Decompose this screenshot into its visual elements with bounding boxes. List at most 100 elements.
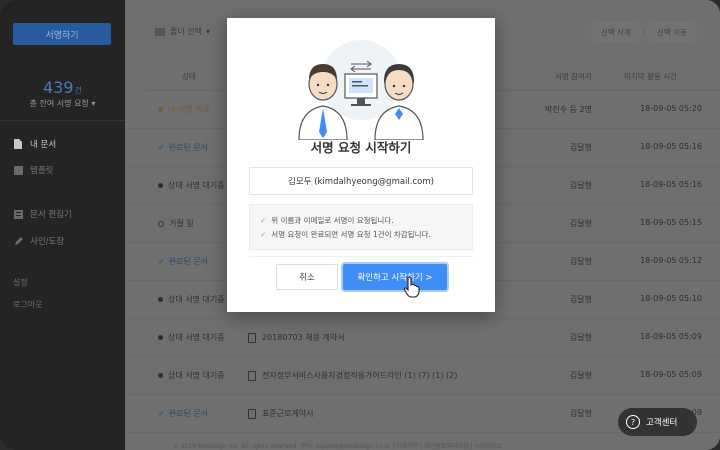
notice-text: 위 이름과 이메일로 서명이 요청됩니다. (271, 215, 394, 225)
check-icon: ✓ (158, 257, 165, 266)
template-icon (13, 165, 23, 175)
document-icon (248, 370, 256, 381)
row-participants: 김달형 (569, 219, 592, 228)
move-selected-button[interactable]: 선택 이동 (647, 22, 697, 42)
check-icon: ✓ (260, 215, 267, 225)
folder-icon (155, 27, 165, 36)
sidebar: 서명하기 439건 총 잔여 서명 요청 ▾ 내 문서 템플릿 문서 편집기 사… (0, 0, 125, 450)
recipient-field: 김모두 (kimdalhyeong@gmail.com) (249, 167, 473, 195)
editor-icon (13, 209, 23, 219)
status-dot-icon (158, 335, 163, 340)
row-status: 내 서명 필요 (158, 104, 210, 115)
sidebar-item-editor[interactable]: 문서 편집기 (13, 207, 72, 221)
start-sign-button[interactable]: 서명하기 (13, 23, 111, 45)
sidebar-logout[interactable]: 로그아웃 (13, 299, 42, 310)
row-status: ✓ 완료된 문서 (158, 256, 208, 267)
status-dot-icon (158, 107, 163, 112)
row-status: 상대 서명 대기중 (158, 180, 225, 191)
chevron-down-icon: ▾ (205, 27, 210, 36)
cancel-button[interactable]: 취소 (276, 264, 338, 290)
row-document[interactable]: 전자정부서비스사용자경험적용가이드라인 (1) (7) (1) (2) (248, 370, 457, 381)
confirm-start-button[interactable]: 확인하고 시작하기 > (343, 264, 447, 290)
remaining-count: 439건 (0, 78, 125, 97)
help-center-button[interactable]: ? 고객센터 (618, 408, 697, 436)
row-last-activity: 18-09-05 05:15 (640, 218, 702, 227)
rejected-icon (158, 220, 164, 227)
document-icon (248, 408, 256, 419)
document-icon (248, 332, 256, 343)
document-icon (13, 139, 23, 149)
row-status-text: 내 서명 필요 (168, 105, 210, 114)
row-participants: 박진수 등 2명 (545, 105, 592, 114)
check-icon: ✓ (158, 409, 165, 418)
row-participants: 김달형 (569, 143, 592, 152)
row-status-text: 상대 서명 대기중 (168, 333, 225, 342)
row-status-text: 상대 서명 대기중 (168, 181, 225, 190)
sidebar-item-my-documents[interactable]: 내 문서 (13, 137, 56, 151)
row-status: 상대 서명 대기중 (158, 370, 225, 381)
row-status: 거절 됨 (158, 218, 194, 229)
row-last-activity: 18-09-05 05:16 (640, 142, 702, 151)
row-last-activity: 18-09-05 05:09 (640, 370, 702, 379)
row-status: 상대 서명 대기중 (158, 294, 225, 305)
row-status-text: 상대 서명 대기중 (168, 371, 225, 380)
sidebar-item-label: 사인/도장 (30, 237, 65, 247)
row-last-activity: 18-09-05 05:16 (640, 180, 702, 189)
sidebar-item-label: 내 문서 (30, 140, 57, 150)
sidebar-settings[interactable]: 설정 (13, 277, 28, 288)
row-participants: 김달형 (569, 181, 592, 190)
row-status-text: 완료된 문서 (168, 257, 209, 266)
row-participants: 김달형 (569, 257, 592, 266)
row-status-text: 완료된 문서 (168, 409, 209, 418)
row-status: ✓ 완료된 문서 (158, 142, 208, 153)
row-document[interactable]: 표준근로계약서 (248, 408, 314, 419)
status-dot-icon (158, 373, 163, 378)
folder-select[interactable]: 폴더 선택 ▾ (155, 26, 210, 37)
status-dot-icon (158, 183, 163, 188)
row-participants: 김달형 (569, 371, 592, 380)
modal-title: 서명 요청 시작하기 (310, 140, 412, 155)
help-center-label: 고객센터 (646, 418, 678, 428)
notice-item: ✓ 서명 요청이 완료되면 서명 요청 1건이 차감됩니다. (260, 227, 462, 241)
row-status: ✓ 완료된 문서 (158, 408, 208, 419)
table-row[interactable]: 상대 서명 대기중 20180703 채용 계약서 김달형 18-09-05 05:0… (125, 319, 720, 357)
folder-select-label: 폴더 선택 (170, 27, 202, 36)
row-document-title: 전자정부서비스사용자경험적용가이드라인 (1) (7) (1) (2) (262, 371, 458, 380)
column-header-participants[interactable]: 서명 참여자 (555, 71, 592, 82)
footer-text: © 2018 Modusign Inc. All rights reserved… (173, 443, 502, 450)
remaining-count-label-text: 총 잔여 서명 요청 (29, 99, 89, 108)
people-document-illustration (298, 40, 424, 140)
remaining-count-label[interactable]: 총 잔여 서명 요청 ▾ (0, 98, 125, 109)
row-status: 상대 서명 대기중 (158, 332, 225, 343)
row-document-title: 20180703 채용 계약서 (262, 333, 345, 342)
row-participants: 김달형 (569, 333, 592, 342)
sidebar-item-label: 템플릿 (30, 166, 54, 176)
status-dot-icon (158, 297, 163, 302)
notice-box: ✓ 위 이름과 이메일로 서명이 요청됩니다. ✓ 서명 요청이 완료되면 서명… (249, 204, 473, 250)
row-status-text: 상대 서명 대기중 (168, 295, 225, 304)
delete-selected-button[interactable]: 선택 삭제 (591, 22, 641, 42)
sidebar-divider (0, 120, 125, 121)
hand-cursor-icon (403, 276, 420, 298)
row-document[interactable]: 20180703 채용 계약서 (248, 332, 345, 343)
sidebar-item-templates[interactable]: 템플릿 (13, 163, 53, 177)
notice-item: ✓ 위 이름과 이메일로 서명이 요청됩니다. (260, 213, 462, 227)
modal-divider (249, 256, 473, 257)
remaining-count-unit: 건 (74, 86, 82, 95)
row-last-activity: 18-09-05 05:12 (640, 256, 702, 265)
table-row[interactable]: 상대 서명 대기중 전자정부서비스사용자경험적용가이드라인 (1) (7) (1)… (125, 357, 720, 395)
sidebar-item-label: 문서 편집기 (30, 210, 72, 220)
row-last-activity: 18-09-05 05:20 (640, 104, 702, 113)
app-window: 서명하기 439건 총 잔여 서명 요청 ▾ 내 문서 템플릿 문서 편집기 사… (0, 0, 720, 450)
column-header-last-activity[interactable]: 마지막 활동 시간 (624, 71, 677, 82)
sign-request-modal: 서명 요청 시작하기 김모두 (kimdalhyeong@gmail.com) … (227, 18, 495, 312)
row-status-text: 거절 됨 (169, 219, 194, 228)
column-header-status[interactable]: 상태 (182, 71, 196, 82)
sidebar-item-signatures[interactable]: 사인/도장 (13, 234, 64, 248)
check-icon: ✓ (158, 143, 165, 152)
pen-icon (13, 236, 23, 246)
row-last-activity: 18-09-05 05:10 (640, 294, 702, 303)
row-participants: 김달형 (569, 295, 592, 304)
row-document-title: 표준근로계약서 (262, 409, 314, 418)
remaining-count-value: 439 (43, 78, 74, 97)
